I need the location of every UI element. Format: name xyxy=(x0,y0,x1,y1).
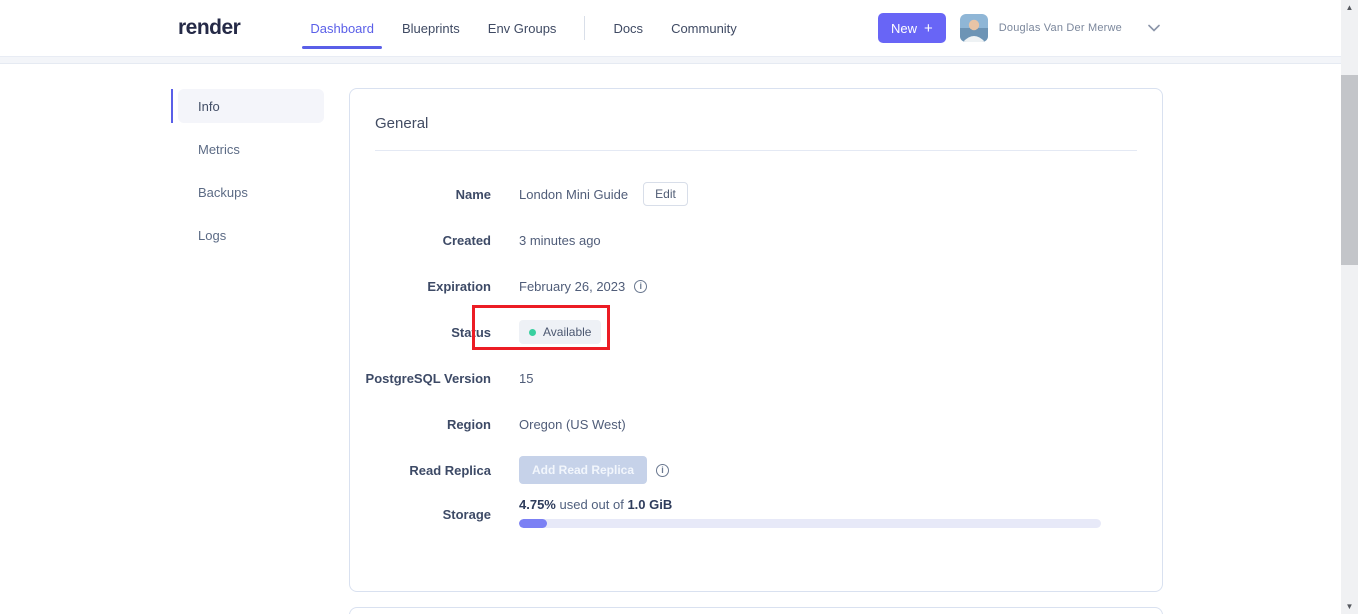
storage-label: Storage xyxy=(442,507,491,522)
storage-usage-text: 4.75% used out of 1.0 GiB xyxy=(519,497,1101,512)
storage-row: Storage 4.75% used out of 1.0 GiB xyxy=(350,493,1162,549)
postgres-version-row: PostgreSQL Version 15 xyxy=(350,355,1162,401)
vertical-scrollbar[interactable]: ▲ ▼ xyxy=(1341,0,1358,614)
storage-progress-fill xyxy=(519,519,547,528)
expiration-row: Expiration February 26, 2023 i xyxy=(350,263,1162,309)
storage-progress-track xyxy=(519,519,1101,528)
render-logo[interactable]: render xyxy=(178,16,241,40)
primary-nav: Dashboard Blueprints Env Groups Docs Com… xyxy=(296,0,750,56)
storage-used-pct: 4.75% xyxy=(519,497,556,512)
sidebar-item-logs[interactable]: Logs xyxy=(178,218,324,252)
status-dot-icon xyxy=(529,328,536,336)
name-value: London Mini Guide xyxy=(519,186,629,202)
nav-docs[interactable]: Docs xyxy=(599,0,657,56)
name-label: Name xyxy=(455,186,491,202)
card-title: General xyxy=(375,115,429,132)
status-text: Available xyxy=(543,325,592,339)
created-row: Created 3 minutes ago xyxy=(350,217,1162,263)
postgres-version-label: PostgreSQL Version xyxy=(365,370,491,386)
nav-blueprints[interactable]: Blueprints xyxy=(388,0,474,56)
status-label: Status xyxy=(451,324,491,340)
active-indicator-bar xyxy=(171,89,173,123)
avatar[interactable] xyxy=(959,14,988,42)
scrollbar-down-arrow-icon[interactable]: ▼ xyxy=(1341,599,1358,614)
scrollbar-up-arrow-icon[interactable]: ▲ xyxy=(1341,0,1358,15)
plus-icon: + xyxy=(924,19,933,37)
new-button[interactable]: New + xyxy=(878,13,946,43)
nav-community[interactable]: Community xyxy=(657,0,751,56)
chevron-down-icon[interactable] xyxy=(1148,24,1160,32)
info-icon[interactable]: i xyxy=(656,463,670,477)
sidebar: Info Metrics Backups Logs xyxy=(171,89,324,257)
scrollbar-thumb[interactable] xyxy=(1341,75,1358,265)
add-read-replica-button[interactable]: Add Read Replica xyxy=(519,456,648,484)
nav-divider xyxy=(584,16,586,40)
read-replica-row: Read Replica Add Read Replica i xyxy=(350,447,1162,493)
info-rows: Name London Mini Guide Edit Created 3 mi… xyxy=(350,151,1162,549)
page: render Dashboard Blueprints Env Groups D… xyxy=(0,0,1358,614)
sidebar-item-metrics[interactable]: Metrics xyxy=(178,132,324,166)
user-name[interactable]: Douglas Van Der Merwe xyxy=(999,22,1122,34)
read-replica-label: Read Replica xyxy=(409,462,491,478)
created-value: 3 minutes ago xyxy=(519,232,601,248)
sidebar-item-info[interactable]: Info xyxy=(171,89,324,123)
top-navbar: render Dashboard Blueprints Env Groups D… xyxy=(0,0,1358,57)
region-value: Oregon (US West) xyxy=(519,416,626,432)
expiration-label: Expiration xyxy=(427,278,491,294)
avatar-photo xyxy=(959,14,988,42)
header-sub-strip xyxy=(0,57,1358,64)
sidebar-item-backups[interactable]: Backups xyxy=(178,175,324,209)
nav-dashboard[interactable]: Dashboard xyxy=(296,0,388,56)
name-row: Name London Mini Guide Edit xyxy=(350,171,1162,217)
storage-middle-text: used out of xyxy=(555,497,628,512)
postgres-version-value: 15 xyxy=(519,370,534,386)
header-right: New + Douglas Van Der Merwe xyxy=(878,13,1160,43)
edit-button[interactable]: Edit xyxy=(643,182,688,206)
active-tab-underline xyxy=(302,46,382,49)
nav-env-groups[interactable]: Env Groups xyxy=(474,0,571,56)
storage-total: 1.0 GiB xyxy=(627,497,673,512)
status-row: Status Available xyxy=(350,309,1162,355)
region-label: Region xyxy=(446,416,491,432)
next-card-top-edge xyxy=(349,607,1163,614)
region-row: Region Oregon (US West) xyxy=(350,401,1162,447)
created-label: Created xyxy=(442,232,491,248)
status-badge: Available xyxy=(519,320,602,344)
general-card: General Name London Mini Guide Edit Crea… xyxy=(349,88,1163,592)
info-icon[interactable]: i xyxy=(634,279,648,293)
expiration-value: February 26, 2023 xyxy=(519,278,626,294)
